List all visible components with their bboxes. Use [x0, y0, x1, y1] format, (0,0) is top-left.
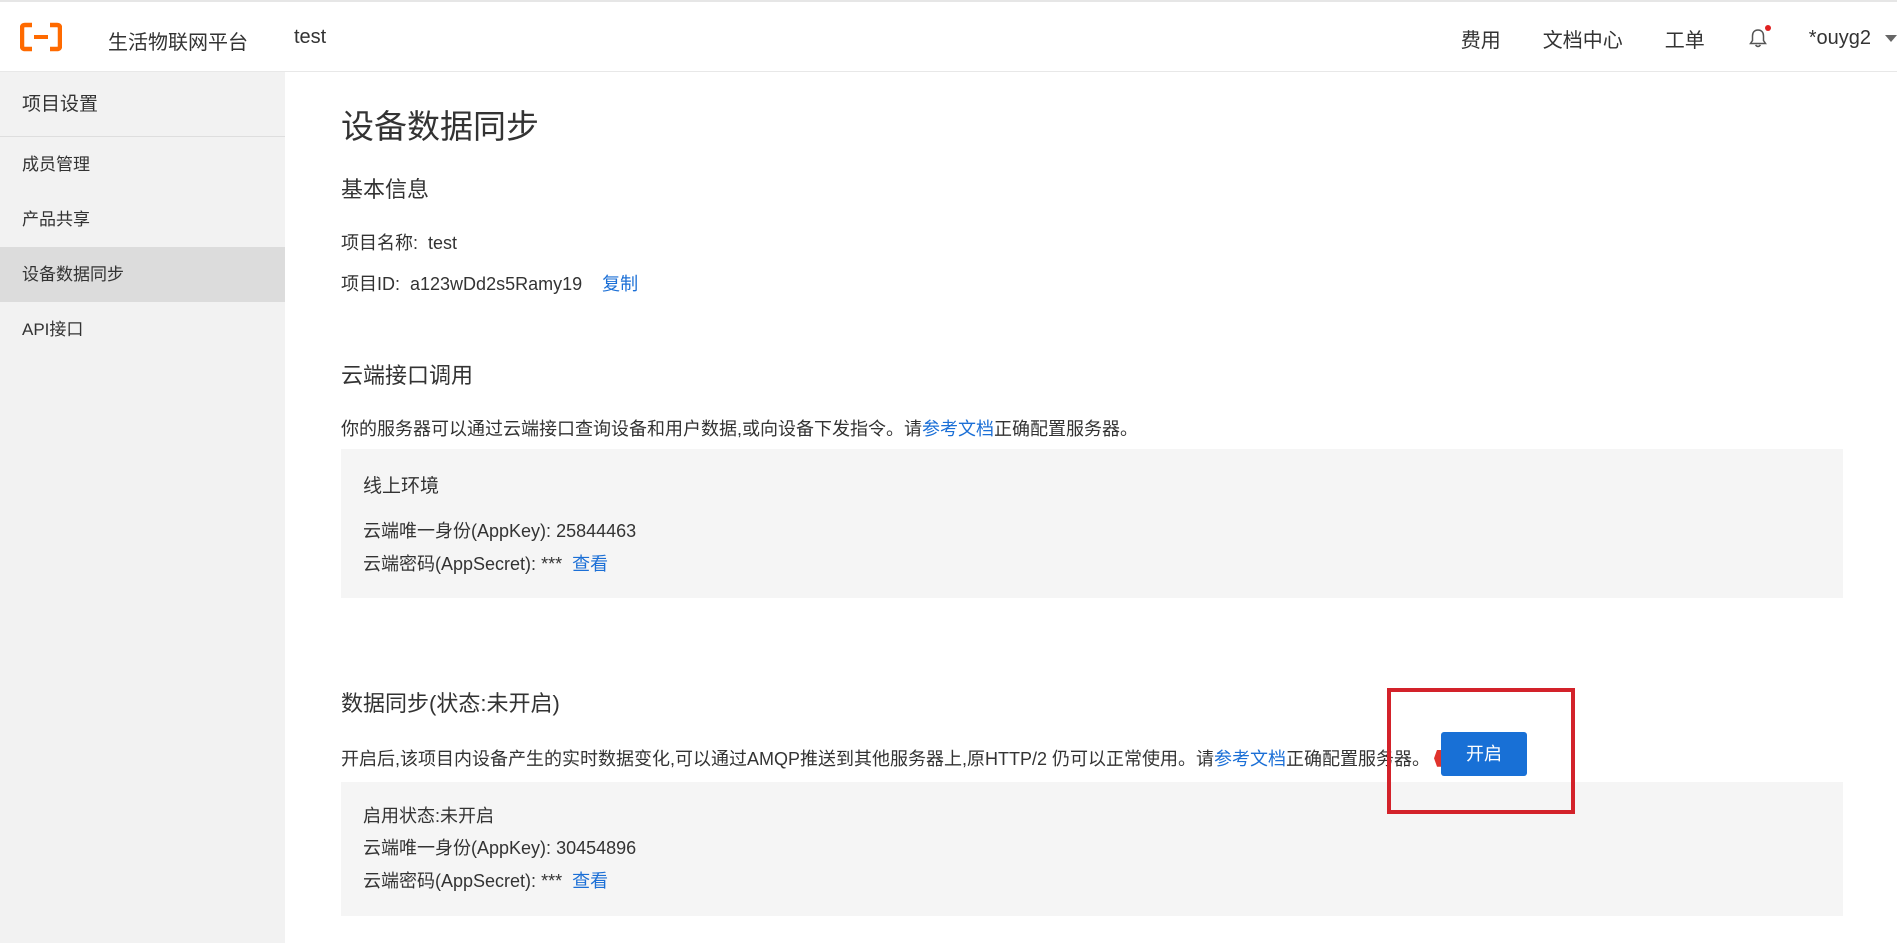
sidebar-title: 项目设置	[0, 72, 285, 137]
cloud-api-desc-tail: 正确配置服务器。	[994, 419, 1138, 439]
cloud-api-doc-link[interactable]: 参考文档	[922, 419, 994, 439]
online-secret-row: 云端密码(AppSecret): *** 查看	[363, 550, 608, 576]
nav-billing[interactable]: 费用	[1461, 24, 1501, 53]
online-env-box: 线上环境 云端唯一身份(AppKey): 25844463 云端密码(AppSe…	[341, 449, 1843, 598]
enable-sync-button[interactable]: 开启	[1441, 732, 1527, 776]
sidebar-item-product-share[interactable]: 产品共享	[0, 192, 285, 247]
online-appkey-label: 云端唯一身份(AppKey):	[363, 521, 552, 541]
sync-status-label: 启用状态:	[363, 806, 441, 826]
main-content: 设备数据同步 基本信息 项目名称: test 项目ID: a123wDd2s5Ram…	[285, 72, 1897, 943]
nav-docs[interactable]: 文档中心	[1543, 24, 1623, 53]
project-name-label: 项目名称:	[341, 233, 419, 253]
aliyun-logo-icon[interactable]	[20, 22, 62, 52]
online-secret-label: 云端密码(AppSecret):	[363, 554, 537, 574]
sync-secret-label: 云端密码(AppSecret):	[363, 871, 537, 891]
notification-bell-icon[interactable]	[1747, 25, 1771, 49]
project-name-value: test	[428, 233, 458, 253]
data-sync-desc-text: 开启后,该项目内设备产生的实时数据变化,可以通过AMQP推送到其他服务器上,原H…	[341, 749, 1215, 769]
nav-tickets[interactable]: 工单	[1665, 24, 1705, 53]
data-sync-title: 数据同步(状态:未开启)	[341, 691, 560, 716]
current-project[interactable]: test	[294, 26, 326, 49]
cloud-api-description: 你的服务器可以通过云端接口查询设备和用户数据,或向设备下发指令。请参考文档正确配…	[341, 415, 1138, 441]
project-id-row: 项目ID: a123wDd2s5Ramy19 复制	[341, 270, 638, 296]
header-nav: 费用 文档中心 工单 *ouyg2	[1461, 2, 1897, 74]
project-id-label: 项目ID:	[341, 274, 401, 294]
copy-id-link[interactable]: 复制	[602, 274, 638, 294]
top-header: 生活物联网平台 test 费用 文档中心 工单 *ouyg2	[0, 0, 1897, 72]
user-account[interactable]: *ouyg2	[1809, 27, 1871, 50]
notification-dot	[1764, 25, 1771, 31]
chevron-down-icon[interactable]	[1885, 34, 1897, 42]
basic-info-title: 基本信息	[341, 177, 430, 202]
online-appkey-value: 25844463	[556, 521, 637, 541]
online-secret-value: ***	[541, 554, 563, 574]
sync-appkey-row: 云端唯一身份(AppKey): 30454896	[363, 834, 636, 860]
sync-status-row: 启用状态:未开启	[363, 802, 494, 828]
data-sync-doc-link[interactable]: 参考文档	[1214, 749, 1286, 769]
sync-appkey-value: 30454896	[556, 838, 637, 858]
sidebar-item-members[interactable]: 成员管理	[0, 137, 285, 192]
platform-name[interactable]: 生活物联网平台	[108, 26, 248, 55]
data-sync-description: 开启后,该项目内设备产生的实时数据变化,可以通过AMQP推送到其他服务器上,原H…	[341, 745, 1473, 771]
sync-secret-value: ***	[541, 871, 563, 891]
project-name-row: 项目名称: test	[341, 229, 457, 255]
cloud-api-title: 云端接口调用	[341, 363, 474, 388]
sync-appkey-label: 云端唯一身份(AppKey):	[363, 838, 552, 858]
online-env-title: 线上环境	[363, 476, 440, 497]
cloud-api-desc-text: 你的服务器可以通过云端接口查询设备和用户数据,或向设备下发指令。请	[341, 419, 922, 439]
data-sync-box: 启用状态:未开启 云端唯一身份(AppKey): 30454896 云端密码(A…	[341, 782, 1843, 916]
sidebar-item-data-sync[interactable]: 设备数据同步	[0, 247, 285, 302]
sync-secret-row: 云端密码(AppSecret): *** 查看	[363, 867, 608, 893]
online-view-secret-link[interactable]: 查看	[572, 554, 608, 574]
online-appkey-row: 云端唯一身份(AppKey): 25844463	[363, 517, 636, 543]
project-id-value: a123wDd2s5Ramy19	[410, 274, 583, 294]
page-title: 设备数据同步	[341, 108, 539, 145]
sidebar-item-api[interactable]: API接口	[0, 302, 285, 357]
sync-status-value: 未开启	[440, 806, 495, 826]
sync-view-secret-link[interactable]: 查看	[572, 871, 608, 891]
sidebar: 项目设置 成员管理 产品共享 设备数据同步 API接口	[0, 72, 285, 943]
